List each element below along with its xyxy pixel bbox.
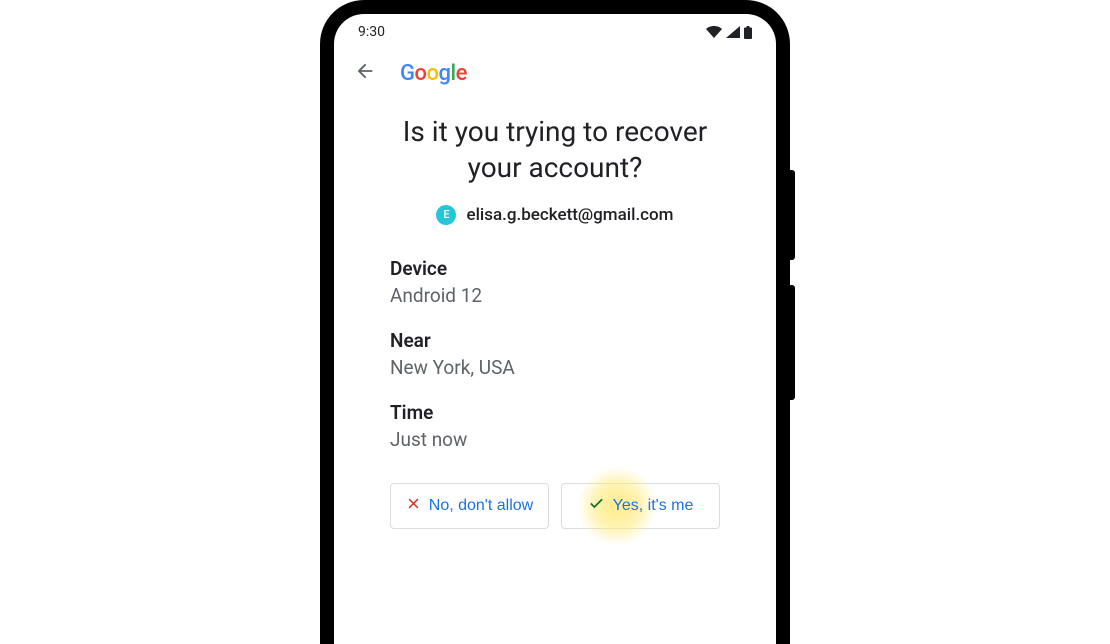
cellular-icon	[726, 26, 740, 38]
near-label: Near	[390, 329, 720, 352]
yes-button-label: Yes, it's me	[613, 497, 694, 515]
status-bar: 9:30	[334, 14, 776, 48]
time-value: Just now	[390, 428, 720, 451]
check-icon	[588, 495, 605, 517]
device-label: Device	[390, 257, 720, 280]
near-value: New York, USA	[390, 356, 720, 379]
device-value: Android 12	[390, 284, 720, 307]
location-info: Near New York, USA	[390, 329, 720, 379]
phone-frame: 9:30 Google Is it you tryi	[320, 0, 790, 644]
signin-details: Device Android 12 Near New York, USA Tim…	[374, 257, 736, 451]
phone-side-button	[790, 170, 795, 260]
status-time: 9:30	[358, 24, 385, 40]
time-info: Time Just now	[390, 401, 720, 451]
x-icon	[406, 496, 421, 516]
account-email: elisa.g.beckett@gmail.com	[466, 205, 673, 225]
status-icons	[706, 26, 752, 39]
avatar: E	[436, 205, 456, 225]
no-button-label: No, don't allow	[429, 497, 533, 515]
wifi-icon	[706, 26, 722, 38]
main-content: Is it you trying to recover your account…	[334, 98, 776, 529]
no-button[interactable]: No, don't allow	[390, 483, 549, 529]
account-email-row: E elisa.g.beckett@gmail.com	[374, 205, 736, 225]
google-logo: Google	[400, 61, 467, 86]
yes-button[interactable]: Yes, it's me	[561, 483, 720, 529]
device-info: Device Android 12	[390, 257, 720, 307]
phone-screen: 9:30 Google Is it you tryi	[334, 14, 776, 644]
page-title: Is it you trying to recover your account…	[374, 114, 736, 187]
action-buttons: No, don't allow Yes, it's me	[374, 473, 736, 529]
back-arrow-icon[interactable]	[354, 60, 376, 86]
page-header: Google	[334, 48, 776, 98]
time-label: Time	[390, 401, 720, 424]
battery-icon	[744, 26, 752, 39]
phone-side-button	[790, 285, 795, 400]
